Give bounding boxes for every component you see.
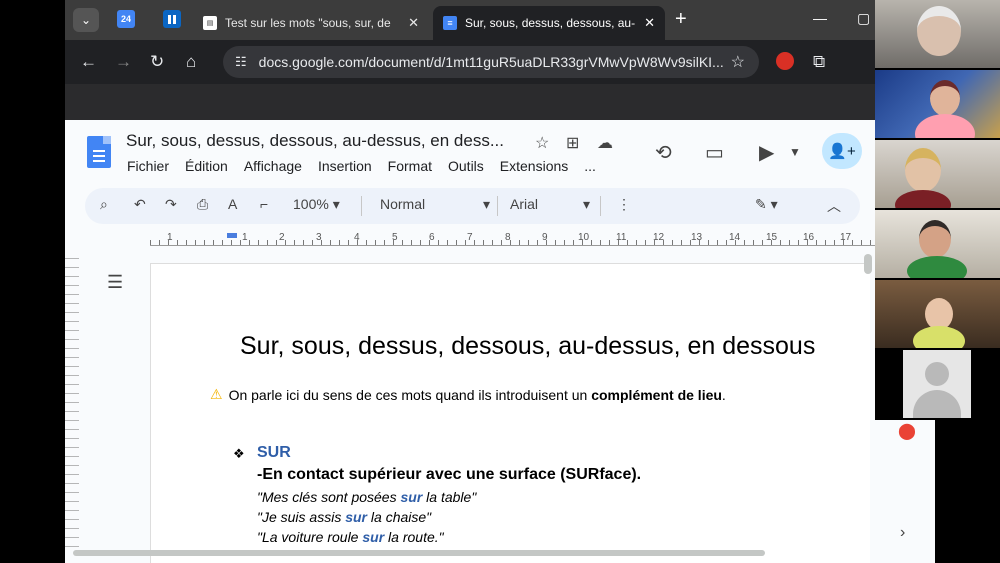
font-select[interactable]: Arial ▾ — [510, 196, 590, 212]
add-person-icon: 👤+ — [828, 143, 856, 160]
pinned-tab-calendar[interactable]: 24 — [117, 10, 135, 28]
menu-fichier[interactable]: Fichier — [127, 158, 169, 174]
chevron-down-icon[interactable]: ▼ — [789, 145, 801, 159]
undo-icon[interactable]: ↶ — [134, 196, 146, 213]
share-button[interactable]: 👤+ — [822, 133, 862, 169]
participant-video-5[interactable] — [875, 280, 1000, 348]
menu-extensions[interactable]: Extensions — [500, 158, 568, 174]
browser-toolbar: ← → ↻ ⌂ ☷ docs.google.com/document/d/1mt… — [65, 40, 875, 84]
menu-outils[interactable]: Outils — [448, 158, 484, 174]
forward-arrow-icon[interactable]: → — [115, 52, 132, 72]
search-menus-icon[interactable]: ⌕ — [100, 196, 108, 213]
menu-affichage[interactable]: Affichage — [244, 158, 302, 174]
tab-docs-active[interactable]: ≡ Sur, sous, dessus, dessous, au- ✕ — [433, 6, 665, 40]
menu-more[interactable]: ... — [584, 158, 596, 174]
maps-pin-icon[interactable]: ⬤ — [898, 421, 916, 441]
participant-video-3[interactable] — [875, 140, 1000, 208]
screen: ⌄ 24 ▤ Test sur les mots "sous, sur, de … — [0, 0, 1000, 563]
document-outline-icon[interactable]: ☰ — [107, 272, 123, 293]
participant-video-2[interactable] — [875, 70, 1000, 138]
docs-favicon-icon: ≡ — [443, 16, 457, 30]
horizontal-scrollbar[interactable] — [73, 550, 765, 556]
star-icon[interactable]: ☆ — [535, 133, 549, 153]
browser-spacer — [65, 84, 875, 120]
style-select[interactable]: Normal ▾ — [380, 196, 490, 212]
tab-strip: ⌄ 24 ▤ Test sur les mots "sous, sur, de … — [65, 0, 875, 40]
participant-video-4[interactable] — [875, 210, 1000, 278]
print-icon[interactable]: ⎙ — [197, 196, 208, 213]
close-tab-icon[interactable]: ✕ — [644, 15, 655, 31]
chevron-right-icon[interactable]: › — [900, 524, 905, 542]
format-toolbar: ⌕ ↶ ↷ ⎙ A ⌐ 100% ▾ Normal ▾ Arial ▾ ⋮ ✎ ▾ … — [85, 188, 860, 224]
editing-mode-icon[interactable]: ✎ ▾ — [755, 196, 778, 213]
reload-icon[interactable]: ↻ — [150, 52, 164, 72]
home-icon[interactable]: ⌂ — [186, 52, 196, 72]
example-line[interactable]: "La voiture roule sur la route." — [257, 529, 444, 545]
warning-icon: ⚠ — [210, 386, 223, 402]
indent-marker[interactable] — [227, 233, 237, 238]
comments-icon[interactable]: ▭ — [705, 140, 724, 165]
extension-hand-icon[interactable] — [776, 52, 794, 70]
url-text[interactable]: docs.google.com/document/d/1mt11guR5uaDL… — [259, 54, 725, 70]
document-title[interactable]: Sur, sous, dessus, dessous, au-dessus, e… — [126, 131, 504, 151]
horizontal-ruler[interactable]: 1 1 2 3 4 5 6 7 8 9 10 11 12 13 14 15 16… — [65, 230, 875, 248]
menu-insertion[interactable]: Insertion — [318, 158, 372, 174]
tab-search-button[interactable]: ⌄ — [73, 8, 99, 32]
person-icon — [925, 362, 949, 386]
menu-edition[interactable]: Édition — [185, 158, 228, 174]
extensions-puzzle-icon[interactable]: ⧉ — [813, 52, 825, 72]
tab-test-mots[interactable]: ▤ Test sur les mots "sous, sur, de ✕ — [193, 6, 429, 40]
info-note[interactable]: ⚠ On parle ici du sens de ces mots quand… — [210, 386, 726, 403]
example-line[interactable]: "Je suis assis sur la chaise" — [257, 509, 431, 525]
section-subtitle[interactable]: -En contact supérieur avec une surface (… — [257, 466, 641, 484]
more-options-icon[interactable]: ⋮ — [617, 196, 631, 213]
site-settings-icon[interactable]: ☷ — [235, 54, 247, 70]
maximize-icon[interactable]: ▢ — [857, 10, 870, 27]
example-line[interactable]: "Mes clés sont posées sur la table" — [257, 489, 476, 505]
collapse-toolbar-icon[interactable]: ︿ — [827, 196, 841, 216]
new-tab-button[interactable]: + — [675, 9, 687, 29]
participant-video-1[interactable] — [875, 0, 1000, 68]
cloud-saved-icon[interactable]: ☁ — [597, 133, 613, 153]
trello-icon — [168, 14, 176, 24]
document-heading[interactable]: Sur, sous, dessus, dessous, au-dessus, e… — [240, 332, 815, 361]
zoom-select[interactable]: 100% ▾ — [293, 196, 340, 213]
pinned-tab-trello[interactable] — [163, 10, 181, 28]
vertical-scrollbar[interactable] — [864, 254, 872, 274]
minimize-icon[interactable]: — — [813, 10, 827, 26]
section-title[interactable]: SUR — [257, 444, 291, 462]
toolbar-divider — [600, 196, 601, 216]
docs-header: Sur, sous, dessus, dessous, au-dessus, e… — [65, 120, 875, 190]
docs-logo-icon[interactable] — [87, 136, 111, 168]
toolbar-divider — [361, 196, 362, 216]
redo-icon[interactable]: ↷ — [165, 196, 177, 213]
close-tab-icon[interactable]: ✕ — [408, 15, 419, 31]
diamond-bullet-icon: ❖ — [233, 446, 245, 461]
meet-camera-icon[interactable]: ▶ — [759, 140, 774, 165]
bookmark-star-icon[interactable]: ☆ — [731, 52, 745, 72]
back-arrow-icon[interactable]: ← — [80, 52, 97, 72]
paint-format-icon[interactable]: ⌐ — [260, 196, 268, 212]
address-bar[interactable]: ☷ docs.google.com/document/d/1mt11guR5ua… — [223, 46, 759, 78]
history-icon[interactable]: ⟲ — [655, 140, 672, 165]
vertical-ruler[interactable] — [65, 258, 79, 548]
toolbar-divider — [497, 196, 498, 216]
menu-format[interactable]: Format — [388, 158, 432, 174]
move-folder-icon[interactable]: ⊞ — [566, 133, 579, 153]
page-favicon-icon: ▤ — [203, 16, 217, 30]
spellcheck-icon[interactable]: A — [228, 196, 237, 212]
participant-avatar-placeholder[interactable] — [903, 350, 971, 418]
menu-bar: Fichier Édition Affichage Insertion Form… — [127, 158, 596, 174]
